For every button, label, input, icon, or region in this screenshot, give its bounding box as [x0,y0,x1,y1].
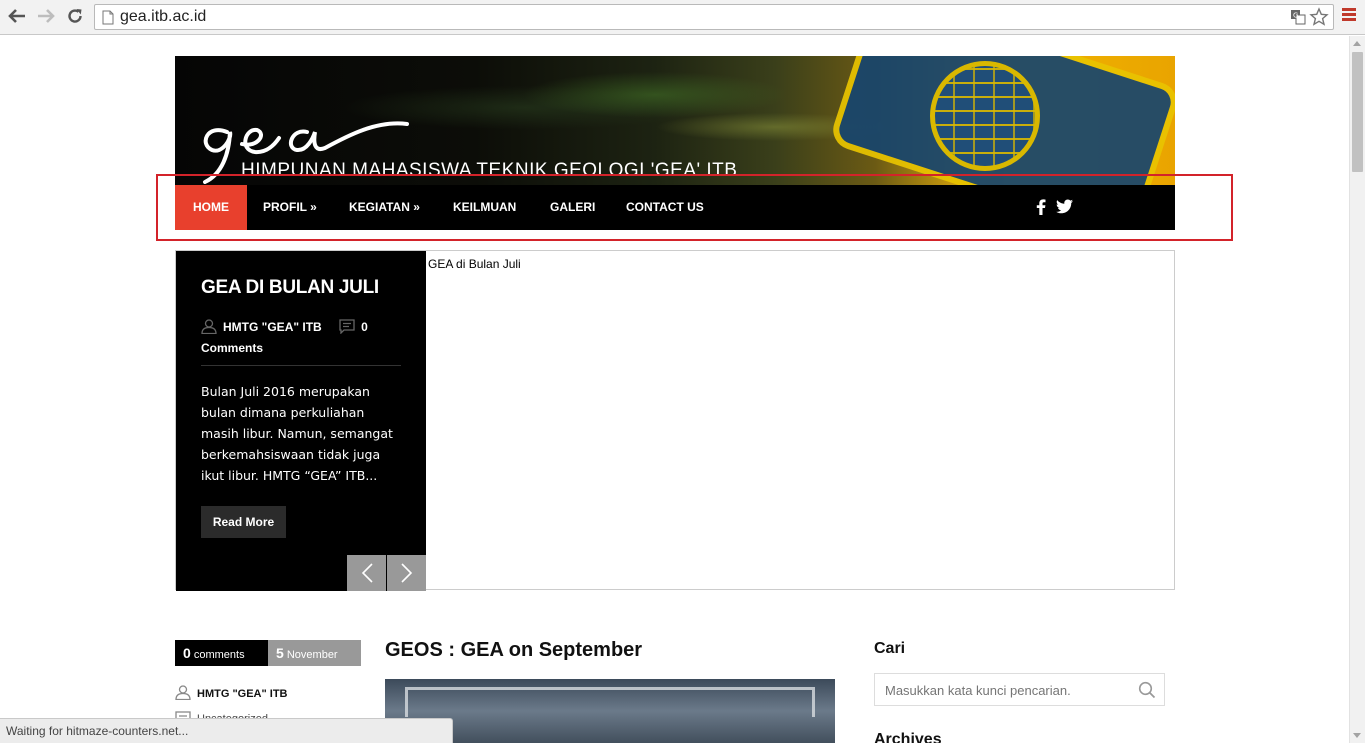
sidebar-archives-title: Archives [874,731,942,743]
scroll-down-arrow[interactable] [1353,733,1361,738]
scroll-up-arrow[interactable] [1353,41,1361,46]
reload-icon [68,9,82,23]
scroll-thumb[interactable] [1352,52,1363,172]
chevron-left-icon [361,563,373,583]
forward-button[interactable] [35,5,57,27]
post-comments-tab[interactable]: 0 comments [175,640,268,666]
slider-prev-button[interactable] [347,555,386,591]
divider [201,365,401,366]
back-button[interactable] [6,5,28,27]
slide-meta: HMTG "GEA" ITB 0 Comments [201,317,401,359]
page-viewport: HIMPUNAN MAHASISWA TEKNIK GEOLOGI 'GEA' … [0,36,1349,743]
browser-menu-icon[interactable] [1342,8,1356,24]
search-input[interactable] [885,681,1125,699]
post-comments-count: 0 [183,645,191,661]
slide-comments-count[interactable]: 0 [361,320,368,334]
comment-icon [339,319,355,334]
sidebar-search-box [874,673,1165,706]
reload-button[interactable] [64,5,86,27]
address-bar[interactable]: gea.itb.ac.id G [94,4,1334,30]
post-meta-tabs: 0 comments 5 November [175,640,361,666]
thumbnail-detail [405,687,815,717]
slide-author[interactable]: HMTG "GEA" ITB [223,320,322,334]
header-banner[interactable]: HIMPUNAN MAHASISWA TEKNIK GEOLOGI 'GEA' … [175,56,1175,185]
browser-toolbar: gea.itb.ac.id G [0,0,1365,35]
svg-text:G: G [1293,12,1298,20]
post-title[interactable]: GEOS : GEA on September [385,639,642,662]
sidebar-search-title: Cari [874,640,906,657]
post-day: 5 [276,645,284,661]
featured-slider: GEA DI BULAN JULI HMTG "GEA" ITB 0 Comme… [175,250,1175,591]
search-icon[interactable] [1138,681,1156,699]
slide-image-alt-text[interactable]: GEA di Bulan Juli [428,257,521,271]
slide-card: GEA DI BULAN JULI HMTG "GEA" ITB 0 Comme… [176,251,426,591]
forward-arrow-icon [38,9,55,23]
slider-next-button[interactable] [387,555,426,591]
nav-highlight-annotation [156,174,1233,241]
browser-status-bubble: Waiting for hitmaze-counters.net... [0,718,453,743]
translate-icon[interactable]: G [1290,9,1306,25]
slide-comments-label[interactable]: Comments [201,341,263,355]
post-author[interactable]: HMTG "GEA" ITB [175,685,287,700]
slide-excerpt: Bulan Juli 2016 merupakan bulan dimana p… [201,384,393,483]
bookmark-star-icon[interactable] [1309,7,1329,27]
page-icon [102,10,114,25]
slide-title[interactable]: GEA DI BULAN JULI [201,277,379,299]
user-icon [201,319,217,334]
url-text: gea.itb.ac.id [120,8,207,25]
post-month: November [286,649,338,661]
post-comments-label: comments [193,649,245,661]
back-arrow-icon [8,9,25,23]
chevron-right-icon [400,563,412,583]
post-author-name: HMTG "GEA" ITB [197,688,288,700]
post-date-tab: 5 November [268,640,361,666]
read-more-button[interactable]: Read More [201,506,286,538]
banner-photo-globe [930,61,1040,171]
user-icon [175,685,191,700]
page-scrollbar[interactable] [1349,36,1365,743]
